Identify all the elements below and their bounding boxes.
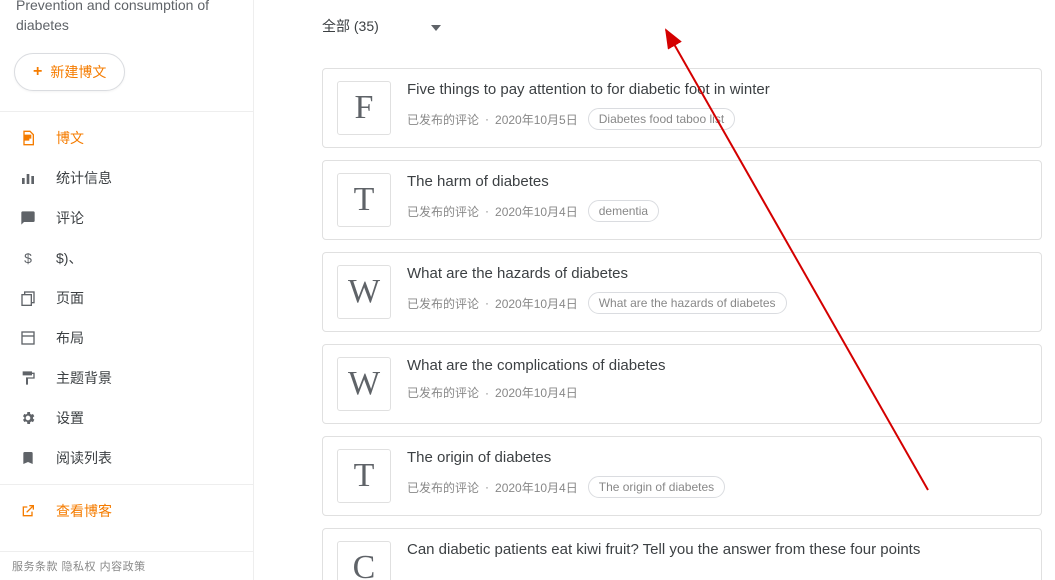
post-date: 2020年10月5日 — [495, 111, 578, 128]
divider — [0, 484, 253, 485]
paint-icon — [16, 370, 40, 386]
post-card[interactable]: C Can diabetic patients eat kiwi fruit? T… — [322, 528, 1042, 580]
post-tag[interactable]: Diabetes food taboo list — [588, 108, 735, 130]
post-status: 已发布的评论 — [407, 295, 479, 312]
new-post-label: 新建博文 — [50, 62, 106, 82]
post-status: 已发布的评论 — [407, 384, 479, 401]
sidebar-item-theme[interactable]: 主题背景 — [0, 358, 253, 398]
chevron-down-icon — [431, 18, 441, 34]
post-body: What are the hazards of diabetes已发布的评论·2… — [407, 265, 1027, 314]
post-card[interactable]: W What are the complications of diabetes 已… — [322, 344, 1042, 424]
sidebar-item-comments[interactable]: 评论 — [0, 198, 253, 238]
post-date: 2020年10月4日 — [495, 295, 578, 312]
dollar-icon: $ — [16, 250, 40, 266]
post-thumbnail: C — [337, 541, 391, 580]
post-thumbnail: W — [337, 357, 391, 411]
layout-icon — [16, 330, 40, 346]
sidebar-item-readinglist[interactable]: 阅读列表 — [0, 438, 253, 478]
filter-bar: 全部 (35) — [322, 4, 1055, 48]
post-thumbnail: T — [337, 449, 391, 503]
post-thumbnail: T — [337, 173, 391, 227]
post-body: Five things to pay attention to for diab… — [407, 81, 1027, 130]
sidebar-item-label: 博文 — [56, 128, 84, 148]
blog-title: Prevention and consumption of diabetes — [0, 0, 253, 45]
post-title: Five things to pay attention to for diab… — [407, 81, 1027, 98]
post-tag[interactable]: The origin of diabetes — [588, 476, 725, 498]
post-card[interactable]: TThe harm of diabetes已发布的评论·2020年10月4日de… — [322, 160, 1042, 240]
divider — [0, 111, 253, 112]
post-card[interactable]: F Five things to pay attention to for dia… — [322, 68, 1042, 148]
post-body: The harm of diabetes已发布的评论·2020年10月4日dem… — [407, 173, 1027, 222]
sidebar-item-viewblog[interactable]: 查看博客 — [0, 491, 253, 531]
gear-icon — [16, 410, 40, 426]
sidebar-item-label: 页面 — [56, 288, 84, 308]
post-meta: 已发布的评论·2020年10月4日What are the hazards of… — [407, 292, 1027, 314]
post-meta: 已发布的评论·2020年10月4日dementia — [407, 200, 1027, 222]
post-status: 已发布的评论 — [407, 479, 479, 496]
sidebar-item-label: 布局 — [56, 328, 84, 348]
main-content: 全部 (35) F Five things to pay attention to… — [254, 0, 1055, 580]
post-meta: 已发布的评论·2020年10月4日The origin of diabetes — [407, 476, 1027, 498]
post-body: What are the complications of diabetes 已发… — [407, 357, 1027, 401]
post-title: The origin of diabetes — [407, 449, 1027, 466]
post-card[interactable]: TThe origin of diabetes已发布的评论·2020年10月4日… — [322, 436, 1042, 516]
post-title: What are the hazards of diabetes — [407, 265, 1027, 282]
sidebar-item-pages[interactable]: 页面 — [0, 278, 253, 318]
sidebar-item-settings[interactable]: 设置 — [0, 398, 253, 438]
sidebar-item-label: 统计信息 — [56, 168, 112, 188]
post-status: 已发布的评论 — [407, 111, 479, 128]
post-thumbnail: F — [337, 81, 391, 135]
chat-icon — [16, 210, 40, 226]
post-meta: 已发布的评论·2020年10月4日 — [407, 384, 1027, 401]
post-tag[interactable]: dementia — [588, 200, 659, 222]
sidebar-nav: 博文 统计信息 评论 $ $)、 — [0, 118, 253, 551]
post-date: 2020年10月4日 — [495, 203, 578, 220]
new-post-button[interactable]: + 新建博文 — [14, 53, 125, 91]
post-date: 2020年10月4日 — [495, 384, 578, 401]
post-meta: 已发布的评论·2020年10月5日Diabetes food taboo lis… — [407, 108, 1027, 130]
sidebar-item-label: 阅读列表 — [56, 448, 112, 468]
sidebar-item-posts[interactable]: 博文 — [0, 118, 253, 158]
footer-links[interactable]: 服务条款 隐私权 内容政策 — [0, 551, 253, 580]
sidebar-item-earnings[interactable]: $ $)、 — [0, 238, 253, 278]
post-body: Can diabetic patients eat kiwi fruit? Te… — [407, 541, 1027, 568]
bars-icon — [16, 170, 40, 186]
open-in-new-icon — [16, 503, 40, 519]
document-icon — [16, 130, 40, 146]
post-tag[interactable]: What are the hazards of diabetes — [588, 292, 787, 314]
post-title: Can diabetic patients eat kiwi fruit? Te… — [407, 541, 1027, 558]
bookmark-icon — [16, 450, 40, 466]
filter-label: 全部 (35) — [322, 16, 379, 36]
post-title: What are the complications of diabetes — [407, 357, 1027, 374]
post-card[interactable]: WWhat are the hazards of diabetes已发布的评论·… — [322, 252, 1042, 332]
filter-dropdown[interactable]: 全部 (35) — [322, 16, 441, 36]
sidebar-item-stats[interactable]: 统计信息 — [0, 158, 253, 198]
sidebar-item-label: 评论 — [56, 208, 84, 228]
pages-icon — [16, 290, 40, 306]
sidebar: Prevention and consumption of diabetes +… — [0, 0, 254, 580]
sidebar-item-layout[interactable]: 布局 — [0, 318, 253, 358]
sidebar-item-label: 设置 — [56, 408, 84, 428]
post-status: 已发布的评论 — [407, 203, 479, 220]
sidebar-item-label: 主题背景 — [56, 368, 112, 388]
post-body: The origin of diabetes已发布的评论·2020年10月4日T… — [407, 449, 1027, 498]
sidebar-item-label: $)、 — [56, 248, 82, 268]
post-thumbnail: W — [337, 265, 391, 319]
post-title: The harm of diabetes — [407, 173, 1027, 190]
post-date: 2020年10月4日 — [495, 479, 578, 496]
plus-icon: + — [33, 63, 42, 81]
sidebar-item-label: 查看博客 — [56, 501, 112, 521]
posts-list: F Five things to pay attention to for dia… — [322, 68, 1055, 580]
